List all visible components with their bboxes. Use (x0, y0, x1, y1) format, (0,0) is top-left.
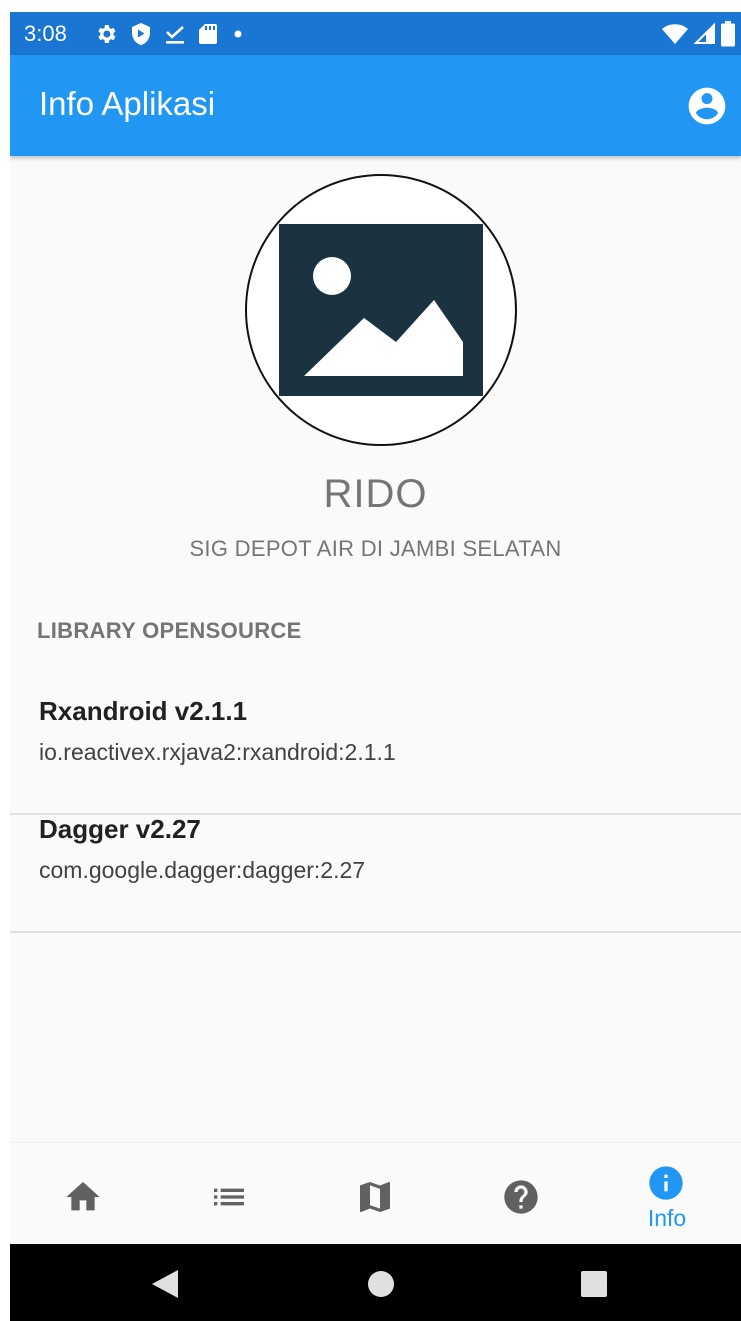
nav-item-map[interactable] (302, 1143, 448, 1245)
shield-play-icon (132, 23, 150, 45)
map-icon (360, 1182, 390, 1212)
nav-label-info: Info (647, 1205, 687, 1231)
signal-icon (693, 22, 715, 44)
gear-icon (98, 25, 116, 43)
page-title: Info Aplikasi (39, 85, 216, 122)
library-item-dagger[interactable]: Dagger v2.27 com.google.dagger:dagger:2.… (10, 814, 741, 933)
library-name: Dagger v2.27 (39, 814, 201, 844)
library-section-header: LIBRARY OPENSOURCE (37, 618, 302, 643)
account-circle-icon (688, 87, 726, 125)
app-description: SIG DEPOT AIR DI JAMBI SELATAN (189, 536, 562, 561)
nav-item-list[interactable] (156, 1143, 302, 1245)
library-name: Rxandroid v2.1.1 (39, 696, 248, 726)
help-icon (504, 1180, 538, 1214)
status-icons-right (661, 21, 735, 47)
back-icon[interactable] (150, 1268, 180, 1300)
library-artifact: io.reactivex.rxjava2:rxandroid:2.1.1 (39, 739, 396, 765)
app-logo (245, 174, 517, 446)
status-icons-left (94, 22, 246, 46)
wifi-icon (662, 24, 688, 44)
library-item-rxandroid[interactable]: Rxandroid v2.1.1 io.reactivex.rxjava2:rx… (10, 696, 741, 815)
download-done-icon (166, 26, 184, 44)
battery-icon (721, 21, 735, 47)
bottom-navigation: Info (10, 1142, 741, 1245)
list-icon (214, 1188, 244, 1206)
status-time: 3:08 (24, 21, 67, 46)
home-circle-icon[interactable] (367, 1270, 395, 1298)
home-icon (66, 1182, 100, 1211)
library-artifact: com.google.dagger:dagger:2.27 (39, 857, 366, 883)
image-placeholder-icon (279, 224, 483, 396)
sd-card-icon (199, 24, 217, 44)
system-navigation-bar (10, 1244, 741, 1321)
nav-item-info[interactable]: Info (594, 1143, 740, 1245)
recents-icon[interactable] (581, 1271, 607, 1297)
info-icon (649, 1166, 683, 1200)
nav-item-home[interactable] (10, 1143, 156, 1245)
dot-icon (234, 30, 242, 38)
screen: 3:08 Info Aplikasi RIDO SIG DEPOT AIR DI… (10, 12, 741, 1321)
nav-item-help[interactable] (448, 1143, 594, 1245)
status-bar: 3:08 (10, 12, 741, 55)
app-bar: Info Aplikasi (10, 55, 741, 156)
account-button[interactable] (685, 84, 729, 128)
app-name: RIDO (323, 472, 428, 516)
